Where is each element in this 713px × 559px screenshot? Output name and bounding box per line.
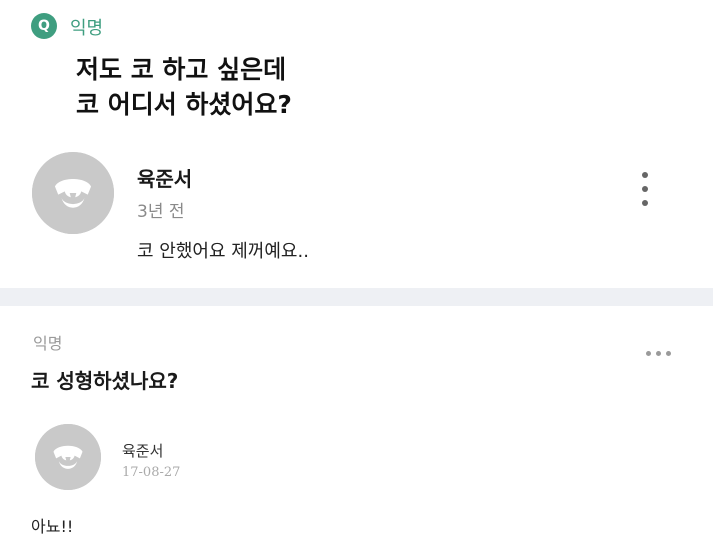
- answer-timestamp: 3년 전: [137, 202, 185, 222]
- kebab-menu-icon[interactable]: [637, 172, 653, 210]
- default-dog-avatar-icon: [35, 424, 101, 490]
- page: Q 익명 저도 코 하고 싶은데 코 어디서 하셨어요? 육준서 3년 전 코 …: [0, 0, 713, 559]
- default-dog-avatar-icon: [32, 152, 114, 234]
- comment-avatar[interactable]: [35, 424, 101, 490]
- answer-avatar[interactable]: [32, 152, 114, 234]
- more-horizontal-icon[interactable]: [644, 346, 674, 360]
- question-title-line-1: 저도 코 하고 싶은데: [76, 55, 287, 84]
- post-title: 코 성형하셨나요?: [31, 369, 179, 393]
- comment-text: 아뇨!!: [31, 517, 74, 536]
- post-author: 익명: [33, 334, 63, 353]
- question-title: 저도 코 하고 싶은데 코 어디서 하셨어요?: [76, 52, 292, 122]
- question-card: Q 익명 저도 코 하고 싶은데 코 어디서 하셨어요? 육준서 3년 전 코 …: [0, 0, 713, 288]
- question-author: 익명: [70, 18, 104, 39]
- answer-author-name[interactable]: 육준서: [137, 163, 192, 192]
- section-divider: [0, 288, 713, 306]
- comment-author-name[interactable]: 육준서: [122, 440, 163, 461]
- answer-text: 코 안했어요 제꺼예요..: [137, 241, 309, 262]
- question-title-line-2: 코 어디서 하셨어요?: [76, 90, 292, 119]
- question-badge: Q: [31, 13, 57, 39]
- comment-date: 17-08-27: [122, 465, 181, 480]
